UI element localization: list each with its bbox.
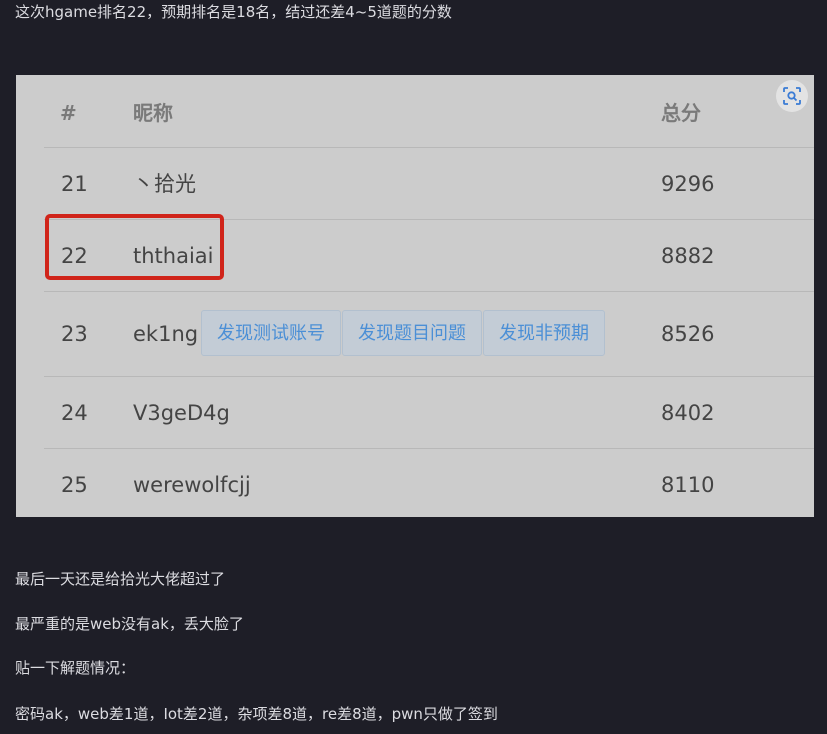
row-rank: 25 [61,473,88,497]
header-rank: # [60,101,77,125]
paragraph-solve-status-title: 贴一下解题情况： [15,659,136,677]
row-score: 8526 [661,322,715,346]
paragraph-solve-status: 密码ak，web差1道，Iot差2道，杂项差8道，re差8道，pwn只做了签到 [15,705,498,723]
paragraph-web-not-ak: 最严重的是web没有ak，丢大脸了 [15,615,244,633]
tag-found-test-account: 发现测试账号 [201,310,341,356]
header-score: 总分 [661,101,701,125]
table-header: # 昵称 总分 [16,75,814,147]
table-row: 25 werewolfcjj 8110 [44,448,814,517]
highlight-box [45,214,224,280]
scan-zoom-icon [783,87,801,105]
row-rank: 21 [61,172,88,196]
zoom-button[interactable] [776,80,808,112]
row-score: 9296 [661,172,715,196]
tag-found-challenge-issue: 发现题目问题 [342,310,482,356]
row-score: 8882 [661,244,715,268]
header-nickname: 昵称 [133,101,173,125]
tag-found-unintended: 发现非预期 [483,310,605,356]
row-nickname: ek1ng [133,322,199,346]
row-score: 8110 [661,473,715,497]
table-row: 21 丶拾光 9296 [44,147,814,220]
table-row: 24 V3geD4g 8402 [44,376,814,449]
row-rank: 23 [61,322,88,346]
row-nickname: 丶拾光 [133,172,196,196]
leaderboard-screenshot: # 昵称 总分 21 丶拾光 9296 22 ththaiai 8882 23 … [16,75,814,517]
row-rank: 24 [61,401,88,425]
table-row: 23 ek1ng 发现测试账号 发现题目问题 发现非预期 8526 [44,291,814,377]
row-nickname: V3geD4g [133,401,230,425]
row-score: 8402 [661,401,715,425]
intro-paragraph: 这次hgame排名22，预期排名是18名，结过还差4~5道题的分数 [15,3,452,21]
paragraph-overtaken: 最后一天还是给拾光大佬超过了 [15,570,226,588]
row-nickname: werewolfcjj [133,473,251,497]
